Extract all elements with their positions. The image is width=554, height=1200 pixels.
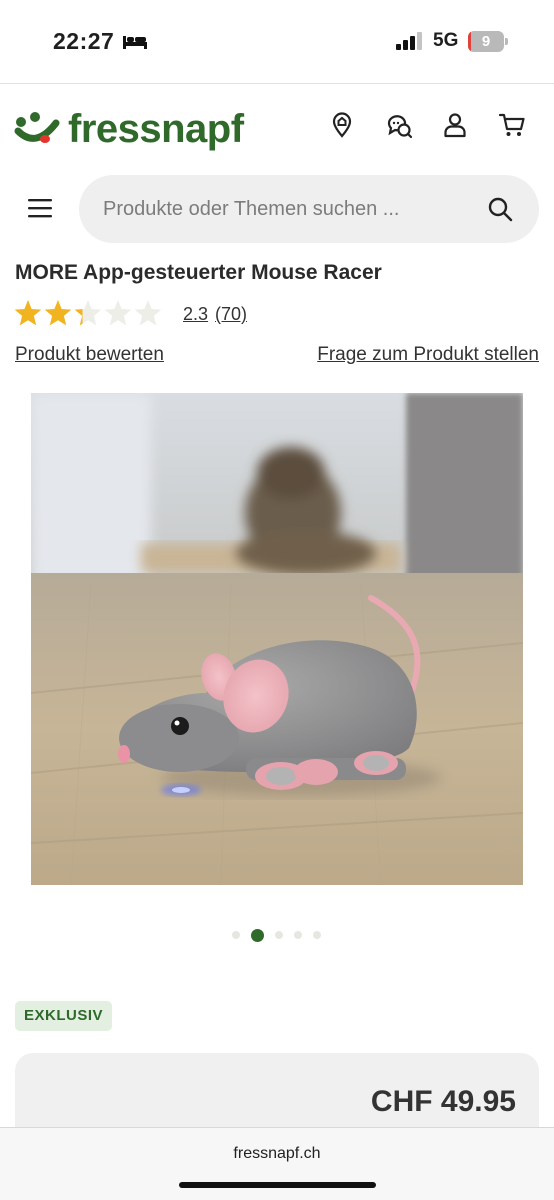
site-header: fressnapf — [0, 85, 554, 175]
rating-value[interactable]: 2.3 — [183, 304, 208, 325]
image-carousel-dots[interactable] — [232, 928, 332, 942]
cart-icon[interactable] — [498, 111, 526, 139]
product-image[interactable] — [31, 393, 523, 885]
status-bar: 22:27 5G 9 — [0, 0, 554, 84]
chat-support-icon[interactable] — [385, 111, 413, 139]
product-page: 22:27 5G 9 fressnapf Produkte oder Theme… — [0, 0, 554, 1200]
product-price: CHF 49.95 — [370, 1085, 516, 1118]
exclusive-badge: EXKLUSIV — [15, 1001, 113, 1031]
signal-strength-icon — [396, 32, 422, 50]
product-title: MORE App-gesteuerter Mouse Racer — [15, 261, 382, 284]
rate-product-link[interactable]: Produkt bewerten — [15, 344, 164, 366]
bed-icon — [123, 36, 147, 49]
battery-icon: 9 — [468, 31, 508, 52]
carousel-dot[interactable] — [275, 931, 283, 939]
hamburger-menu-icon[interactable] — [26, 196, 54, 220]
location-pin-icon[interactable] — [328, 111, 356, 139]
status-time: 22:27 — [53, 28, 115, 54]
rating-star-icon — [134, 300, 162, 326]
rating-star-icon — [104, 300, 132, 326]
url-label[interactable]: fressnapf.ch — [0, 1145, 554, 1163]
battery-level: 9 — [481, 33, 491, 50]
browser-address-bar[interactable]: fressnapf.ch — [0, 1127, 554, 1200]
carousel-dot[interactable] — [251, 928, 264, 942]
rating-star-icon — [14, 300, 42, 326]
logo-text: fressnapf — [68, 107, 244, 151]
search-bar[interactable] — [79, 175, 539, 243]
carousel-dot[interactable] — [232, 931, 240, 939]
logo-mark-icon — [14, 112, 60, 143]
search-icon[interactable] — [487, 196, 513, 222]
rating-stars[interactable] — [14, 299, 164, 329]
home-indicator[interactable] — [179, 1182, 376, 1188]
network-label: 5G — [433, 30, 459, 51]
ask-question-link[interactable]: Frage zum Produkt stellen — [317, 344, 539, 366]
carousel-dot[interactable] — [294, 931, 302, 939]
user-icon[interactable] — [441, 111, 469, 139]
rating-star-icon — [44, 300, 72, 326]
search-input[interactable] — [103, 175, 463, 243]
fressnapf-logo[interactable]: fressnapf — [14, 107, 244, 151]
rating-count[interactable]: (70) — [215, 304, 247, 325]
rating-star-icon — [74, 300, 102, 326]
carousel-dot[interactable] — [313, 931, 321, 939]
